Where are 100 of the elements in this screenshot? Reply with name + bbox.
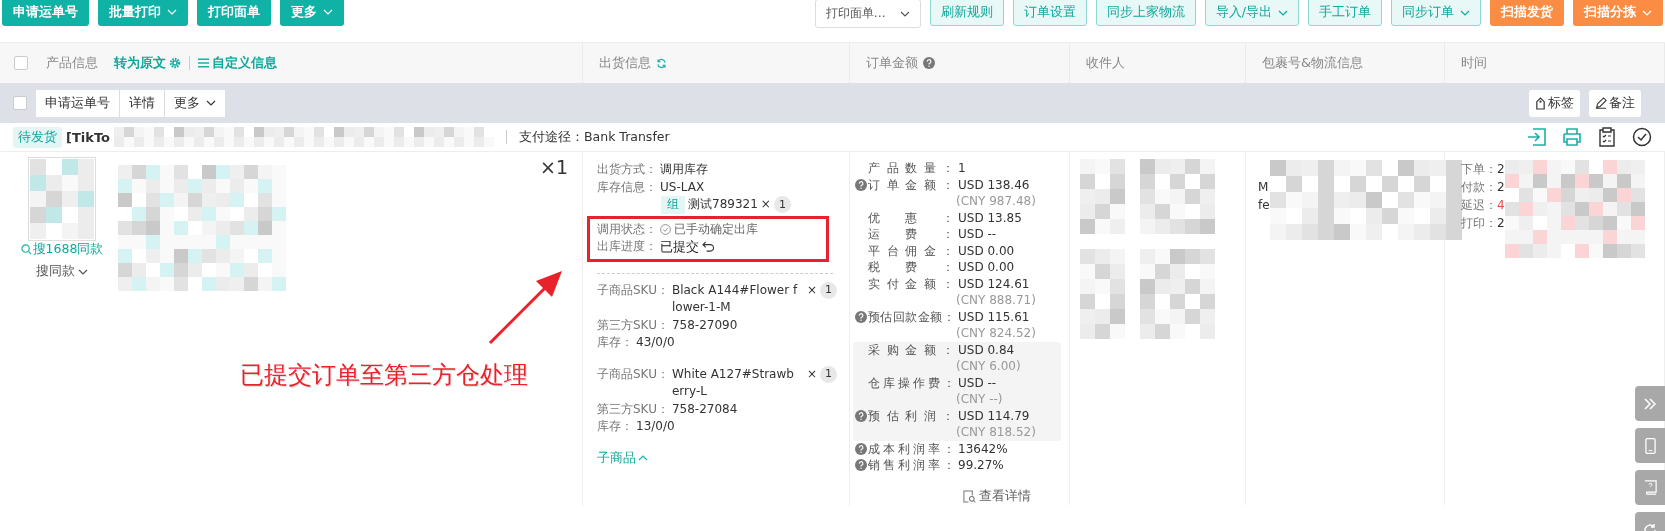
sku-value: Black A144#Flower flower-1-M <box>671 281 799 316</box>
toolbar-button[interactable]: 手工订单 <box>1308 0 1382 26</box>
toolbar-button[interactable]: 打印面单 <box>197 0 271 26</box>
field-label: 出货方式： <box>597 161 657 178</box>
group-name: 测试789321 <box>688 196 758 213</box>
column-header: 收件人 <box>1086 54 1125 72</box>
export-icon[interactable] <box>1527 127 1547 147</box>
list-icon <box>198 58 209 68</box>
help-book-button[interactable] <box>1635 470 1665 505</box>
time-value: 2 <box>1497 162 1505 176</box>
bulk-button[interactable]: 标签 <box>1529 89 1580 117</box>
time-value: 4 <box>1497 198 1505 212</box>
caret-icon <box>1278 9 1288 16</box>
caret-icon <box>1460 9 1470 16</box>
amount-label: 成本利润率： <box>868 440 954 457</box>
column-header: 产品信息 <box>46 54 98 72</box>
undo-icon[interactable] <box>702 241 715 253</box>
check-circle-icon[interactable] <box>1632 127 1652 147</box>
help-icon <box>923 57 935 69</box>
store-name: [TikTo <box>66 129 110 145</box>
field-label: 库存： <box>597 334 633 351</box>
collapse-side-button[interactable] <box>1635 386 1665 421</box>
clipboard-icon[interactable] <box>1597 127 1617 147</box>
amount-value: USD 0.00 <box>958 242 1015 259</box>
amount-label: 采购金额： <box>868 341 954 358</box>
field-label: 出库进度： <box>597 238 657 255</box>
toolbar-button[interactable]: 更多 <box>280 0 344 26</box>
column-header: 时间 <box>1461 54 1487 72</box>
caret-icon <box>899 10 910 17</box>
field-value: 758-27084 <box>671 400 738 418</box>
caret-icon <box>167 9 177 15</box>
amount-value: 99.27% <box>958 457 1004 474</box>
phone-icon <box>1644 436 1656 455</box>
toolbar-button[interactable]: 刷新规则 <box>929 0 1004 26</box>
search-1688-link[interactable]: 搜1688同款 <box>20 241 104 258</box>
checkbox[interactable] <box>13 96 27 110</box>
field-value: 已提交 <box>660 238 699 256</box>
column-header: 出货信息 <box>599 54 651 72</box>
amount-converted: (CNY 888.71) <box>955 292 1037 309</box>
amount-value: USD 13.85 <box>958 209 1022 226</box>
bulk-button[interactable]: 申请运单号 <box>36 89 120 117</box>
field-value: US-LAX <box>660 178 705 196</box>
time-label: 下单： <box>1461 162 1497 176</box>
toolbar-button[interactable]: 扫描发货 <box>1490 0 1564 26</box>
field-label: 库存： <box>597 418 633 435</box>
double-chevron-icon <box>1643 396 1657 411</box>
amount-converted: (CNY 824.52) <box>955 325 1037 342</box>
search-icon <box>20 244 32 255</box>
field-label: 调用状态： <box>597 220 657 238</box>
header-link[interactable]: 转为原文 <box>114 54 181 72</box>
search-similar-dropdown[interactable]: 搜同款 <box>36 263 88 280</box>
field-label: 第三方SKU： <box>597 400 669 418</box>
amount-label: 优惠： <box>868 209 954 226</box>
field-value: 调用库存 <box>660 161 708 178</box>
print-select[interactable]: 打印面单… <box>814 0 921 28</box>
document-search-icon <box>963 489 976 503</box>
toolbar-button[interactable]: 批量打印 <box>98 0 188 26</box>
amount-label: 预估利润： <box>868 407 954 424</box>
amount-value: USD 0.84 <box>958 341 1015 358</box>
toolbar-button[interactable]: 扫描分拣 <box>1573 0 1663 26</box>
tag-icon <box>1535 96 1546 110</box>
field-value: 43/0/0 <box>636 334 675 351</box>
caret-icon <box>1642 9 1652 16</box>
printer-icon[interactable] <box>1562 127 1582 147</box>
amount-converted: (CNY --) <box>955 391 1004 408</box>
count-badge: 1 <box>773 196 791 214</box>
pen-icon <box>1595 97 1607 109</box>
toolbar-button[interactable]: 订单设置 <box>1012 0 1087 26</box>
amount-label: 仓库操作费： <box>868 374 954 391</box>
help-book-icon <box>1642 480 1658 495</box>
amount-converted: (CNY 987.48) <box>955 193 1037 210</box>
times-sign: × <box>806 365 817 383</box>
bulk-button[interactable]: 备注 <box>1589 89 1641 117</box>
amount-converted: (CNY 818.52) <box>955 424 1037 441</box>
time-label: 付款： <box>1461 180 1497 194</box>
caret-icon <box>638 455 648 461</box>
time-value: 2 <box>1497 180 1505 194</box>
collapse-link[interactable]: 子商品 <box>597 449 648 467</box>
amount-value: USD 114.79 <box>958 407 1030 424</box>
mobile-button[interactable] <box>1635 428 1665 463</box>
header-link[interactable]: 自定义信息 <box>198 54 277 72</box>
package-text: M <box>1258 179 1270 196</box>
caret-icon <box>323 9 333 15</box>
group-tag: 组 <box>661 196 685 214</box>
field-label: 第三方SKU： <box>597 316 669 334</box>
refresh-icon[interactable] <box>656 57 667 69</box>
amount-label: 税费： <box>868 259 954 276</box>
toolbar-button[interactable]: 同步上家物流 <box>1095 0 1196 26</box>
field-value: 13/0/0 <box>636 418 675 435</box>
toolbar-button[interactable]: 申请运单号 <box>2 0 89 26</box>
gear-icon <box>169 57 181 69</box>
amount-label: 销售利润率： <box>868 457 954 474</box>
count-badge: 1 <box>820 281 837 299</box>
toolbar-button[interactable]: 导入/导出 <box>1204 0 1299 26</box>
amount-value: USD -- <box>958 226 997 243</box>
amount-label: 平台佣金： <box>868 242 954 259</box>
checkbox[interactable] <box>14 56 28 70</box>
status-tag: 待发货 <box>13 126 62 148</box>
toolbar-button[interactable]: 同步订单 <box>1391 0 1481 26</box>
details-link[interactable]: 查看详情 <box>963 487 1031 505</box>
